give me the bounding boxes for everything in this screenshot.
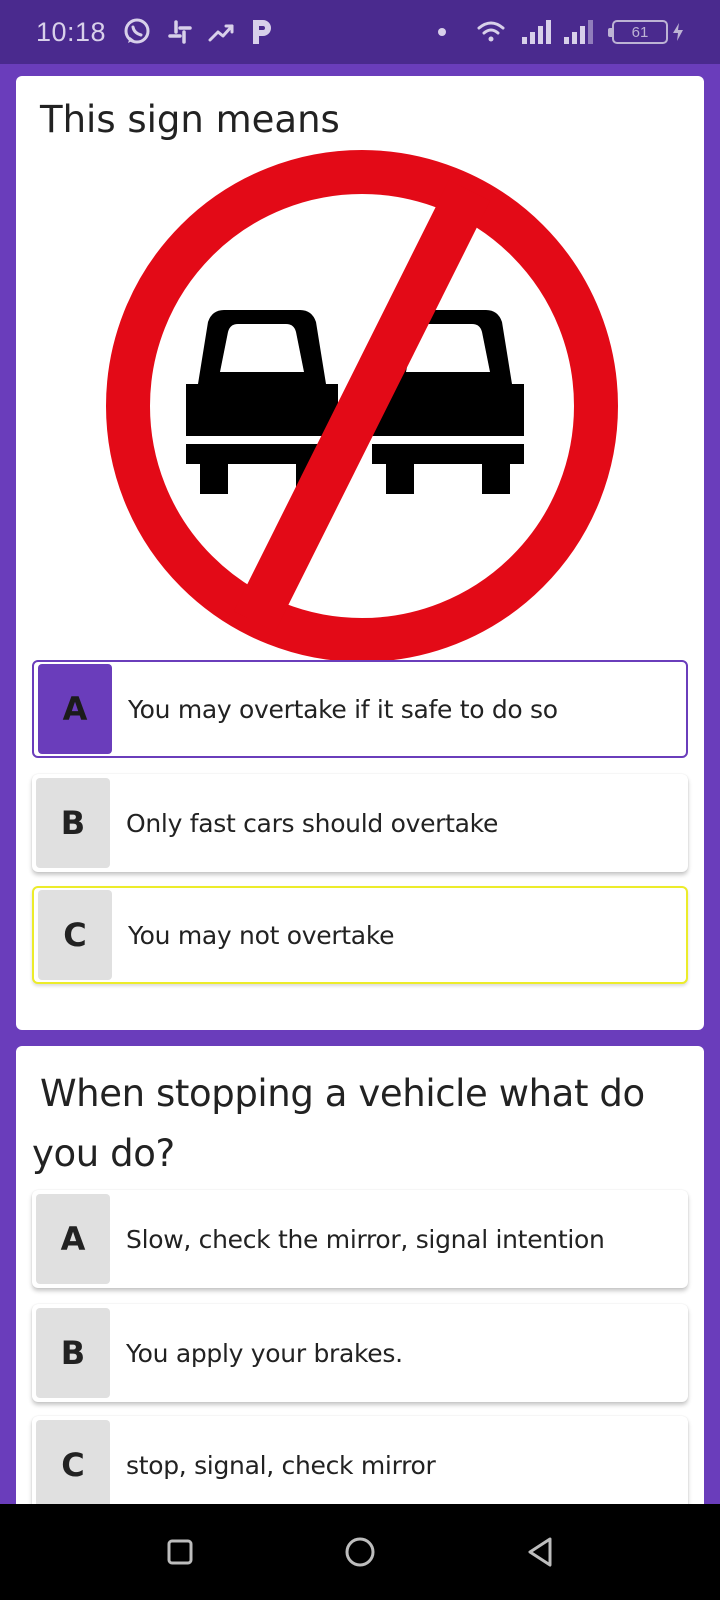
back-icon[interactable]: [522, 1534, 558, 1570]
p-app-icon: [250, 16, 274, 48]
whatsapp-icon: [122, 16, 152, 48]
dot-icon: [438, 28, 446, 36]
option-letter: B: [36, 1308, 110, 1398]
option-letter: B: [36, 778, 110, 868]
option-c[interactable]: C stop, signal, check mirror: [32, 1416, 688, 1514]
option-c[interactable]: C You may not overtake: [32, 886, 688, 984]
question-title: When stopping a vehicle what do you do?: [32, 1072, 645, 1175]
option-a[interactable]: A Slow, check the mirror, signal intenti…: [32, 1190, 688, 1288]
slack-icon: [166, 16, 194, 48]
option-letter: C: [38, 890, 112, 980]
option-text: stop, signal, check mirror: [126, 1450, 436, 1480]
battery-level: 61: [631, 23, 649, 41]
option-text: You may overtake if it safe to do so: [128, 694, 558, 724]
trending-icon: [208, 16, 236, 48]
recents-icon[interactable]: [162, 1534, 198, 1570]
option-text: You apply your brakes.: [126, 1338, 403, 1368]
status-bar: 10:18 61: [0, 0, 720, 64]
option-letter: A: [36, 1194, 110, 1284]
signal-icon: [520, 16, 556, 48]
option-text: Only fast cars should overtake: [126, 808, 499, 838]
option-b[interactable]: B Only fast cars should overtake: [32, 774, 688, 872]
home-icon[interactable]: [342, 1534, 378, 1570]
option-a[interactable]: A You may overtake if it safe to do so: [32, 660, 688, 758]
signal-icon: [562, 16, 598, 48]
wifi-icon: [476, 16, 506, 48]
option-text: You may not overtake: [128, 920, 395, 950]
question-title: This sign means: [40, 98, 340, 141]
charging-icon: [672, 16, 684, 48]
option-b[interactable]: B You apply your brakes.: [32, 1304, 688, 1402]
navigation-bar: [0, 1504, 720, 1600]
question-card: This sign means A You may overtake if it…: [16, 76, 704, 1030]
no-overtaking-sign-image: [104, 148, 620, 664]
option-letter: C: [36, 1420, 110, 1510]
battery-icon: 61: [608, 20, 668, 44]
option-letter: A: [38, 664, 112, 754]
option-text: Slow, check the mirror, signal intention: [126, 1224, 605, 1254]
status-time: 10:18: [36, 16, 107, 47]
